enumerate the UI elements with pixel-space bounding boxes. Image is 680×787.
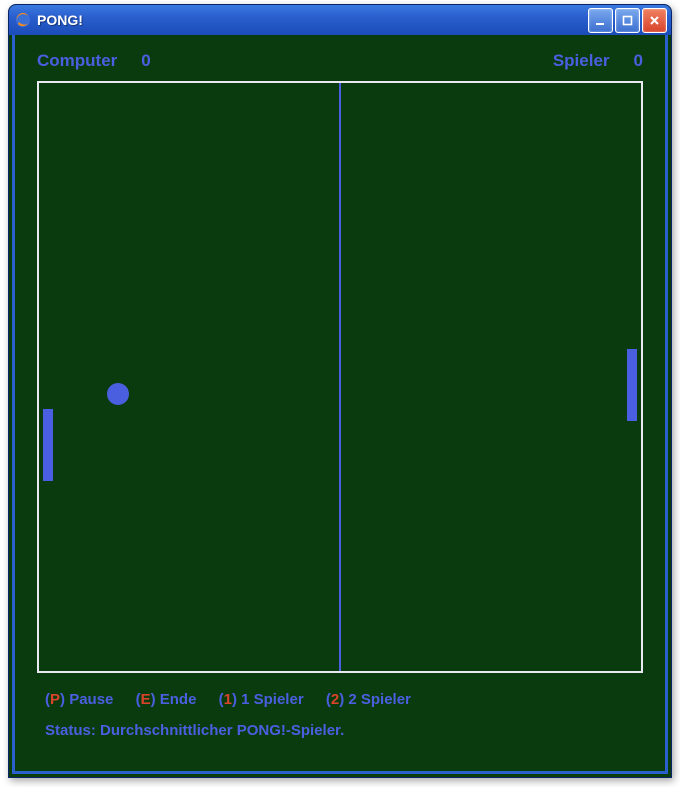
control-end: (E) Ende	[136, 691, 197, 708]
client-area: Computer 0 Spieler 0 (P) Pause (E) Ende …	[12, 35, 668, 774]
key-one: 1	[224, 691, 232, 708]
ball	[107, 383, 129, 405]
status-prefix: Status:	[45, 722, 96, 739]
titlebar: PONG!	[9, 5, 671, 35]
maximize-button[interactable]	[615, 8, 640, 33]
score-bar: Computer 0 Spieler 0	[15, 35, 665, 81]
playfield[interactable]	[37, 81, 643, 673]
label-two: 2 Spieler	[348, 691, 411, 708]
window-controls	[588, 8, 667, 33]
center-line	[339, 83, 341, 671]
score-right-label: Spieler	[553, 51, 610, 71]
control-one-player: (1) 1 Spieler	[219, 691, 304, 708]
controls-bar: (P) Pause (E) Ende (1) 1 Spieler (2) 2 S…	[15, 673, 665, 749]
score-left-value: 0	[141, 51, 150, 71]
score-right: Spieler 0	[553, 51, 643, 71]
minimize-button[interactable]	[588, 8, 613, 33]
score-left-label: Computer	[37, 51, 117, 71]
label-end: Ende	[160, 691, 197, 708]
key-two: 2	[331, 691, 339, 708]
controls-row: (P) Pause (E) Ende (1) 1 Spieler (2) 2 S…	[45, 691, 635, 708]
control-two-player: (2) 2 Spieler	[326, 691, 411, 708]
firefox-icon	[15, 12, 31, 28]
app-window: PONG! Computer 0 Spieler 0	[8, 4, 672, 778]
score-left: Computer 0	[37, 51, 151, 71]
key-end: E	[141, 691, 151, 708]
paddle-left	[43, 409, 53, 481]
label-one: 1 Spieler	[241, 691, 304, 708]
window-title: PONG!	[37, 12, 588, 28]
paddle-right[interactable]	[627, 349, 637, 421]
score-right-value: 0	[634, 51, 643, 71]
status-text: Durchschnittlicher PONG!-Spieler.	[100, 722, 344, 739]
status-row: Status: Durchschnittlicher PONG!-Spieler…	[45, 722, 635, 739]
label-pause: Pause	[69, 691, 113, 708]
key-pause: P	[50, 691, 60, 708]
control-pause: (P) Pause	[45, 691, 113, 708]
close-button[interactable]	[642, 8, 667, 33]
